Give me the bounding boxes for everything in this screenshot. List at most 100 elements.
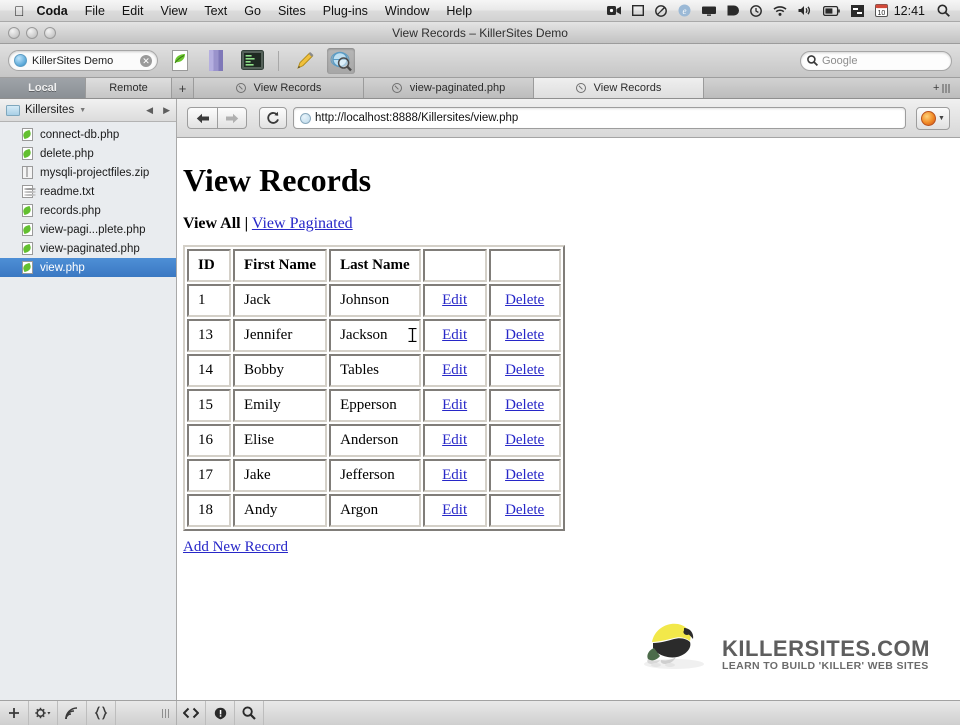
- close-button[interactable]: [8, 26, 20, 39]
- window-title-bar[interactable]: View Records – KillerSites Demo: [0, 22, 960, 44]
- edit-link[interactable]: Edit: [442, 327, 467, 343]
- actions-button[interactable]: [29, 701, 58, 725]
- screen-recording-icon[interactable]: [606, 5, 621, 16]
- edit-link[interactable]: Edit: [442, 432, 467, 448]
- cell-first-name: Jack: [233, 284, 328, 317]
- timemachine-icon[interactable]: [654, 4, 667, 17]
- sidebar-tab-remote[interactable]: Remote: [86, 78, 172, 98]
- zoom-button[interactable]: [44, 26, 56, 39]
- chevron-left-icon[interactable]: ◀: [146, 105, 153, 116]
- list-item[interactable]: view-paginated.php: [0, 239, 176, 258]
- file-name: records.php: [40, 204, 101, 217]
- chevron-down-icon[interactable]: ▼: [938, 115, 945, 122]
- braces-icon: [94, 706, 108, 720]
- menu-item-go[interactable]: Go: [244, 4, 261, 18]
- menu-item-sites[interactable]: Sites: [278, 4, 306, 18]
- file-name: view-pagi...plete.php: [40, 223, 146, 236]
- menu-item-view[interactable]: View: [160, 4, 187, 18]
- delete-link[interactable]: Delete: [505, 502, 544, 518]
- close-icon[interactable]: [391, 83, 402, 93]
- edit-link[interactable]: Edit: [442, 502, 467, 518]
- list-item[interactable]: mysqli-projectfiles.zip: [0, 163, 176, 182]
- wifi-icon[interactable]: [773, 5, 787, 16]
- add-tab-right-button[interactable]: +: [933, 82, 939, 94]
- terminal-button[interactable]: [238, 48, 266, 74]
- delete-link[interactable]: Delete: [505, 432, 544, 448]
- menu-item-edit[interactable]: Edit: [122, 4, 144, 18]
- delete-link[interactable]: Delete: [505, 327, 544, 343]
- preview-button[interactable]: [327, 47, 355, 74]
- document-tab-0[interactable]: View Records: [194, 78, 364, 98]
- books-button[interactable]: [202, 48, 230, 74]
- back-button[interactable]: [187, 107, 217, 129]
- search-icon[interactable]: [937, 4, 950, 17]
- sync-icon[interactable]: [850, 4, 864, 17]
- new-tab-button[interactable]: +: [172, 78, 194, 98]
- view-paginated-link[interactable]: View Paginated: [252, 215, 353, 232]
- edit-link[interactable]: Edit: [442, 397, 467, 413]
- volume-icon[interactable]: [798, 5, 812, 16]
- edit-link[interactable]: Edit: [442, 292, 467, 308]
- browser-selector[interactable]: ▼: [916, 106, 950, 130]
- column-header-last-name: Last Name: [329, 249, 421, 282]
- menu-item-window[interactable]: Window: [385, 4, 429, 18]
- battery-icon[interactable]: [822, 5, 840, 16]
- edit-link[interactable]: Edit: [442, 362, 467, 378]
- validate-button[interactable]: [206, 701, 235, 725]
- new-file-button[interactable]: [166, 48, 194, 74]
- close-icon[interactable]: [235, 83, 246, 93]
- add-new-record-link[interactable]: Add New Record: [183, 539, 288, 555]
- minimize-button[interactable]: [26, 26, 38, 39]
- menu-item-file[interactable]: File: [85, 4, 105, 18]
- reload-button[interactable]: [259, 107, 287, 129]
- menu-item-coda[interactable]: Coda: [37, 4, 68, 18]
- delete-link[interactable]: Delete: [505, 467, 544, 483]
- delete-link[interactable]: Delete: [505, 397, 544, 413]
- apple-icon[interactable]: : [14, 4, 25, 18]
- chevron-down-icon[interactable]: ▼: [79, 107, 86, 114]
- edit-link[interactable]: Edit: [442, 467, 467, 483]
- add-file-button[interactable]: [0, 701, 29, 725]
- delete-link[interactable]: Delete: [505, 362, 544, 378]
- list-item[interactable]: records.php: [0, 201, 176, 220]
- close-icon[interactable]: [575, 83, 586, 93]
- sidebar-header[interactable]: Killersites ▼ ◀ ▶: [0, 99, 176, 122]
- find-button[interactable]: [235, 701, 264, 725]
- broadcast-icon: [65, 706, 78, 719]
- dropbox-icon[interactable]: [727, 5, 739, 16]
- list-item[interactable]: connect-db.php: [0, 125, 176, 144]
- internet-explorer-icon[interactable]: e: [678, 4, 691, 17]
- display-icon[interactable]: [631, 5, 644, 16]
- document-tab-1[interactable]: view-paginated.php: [364, 78, 534, 98]
- menu-item-plugins[interactable]: Plug-ins: [323, 4, 368, 18]
- grip-icon[interactable]: [161, 708, 169, 718]
- menu-item-text[interactable]: Text: [204, 4, 227, 18]
- delete-link[interactable]: Delete: [505, 292, 544, 308]
- sidebar-tab-local[interactable]: Local: [0, 78, 86, 98]
- source-view-button[interactable]: [177, 701, 206, 725]
- list-item-selected[interactable]: view.php: [0, 258, 176, 277]
- coda-window: View Records – KillerSites Demo KillerSi…: [0, 22, 960, 725]
- publish-button[interactable]: [58, 701, 87, 725]
- document-tab-2[interactable]: View Records: [534, 78, 704, 98]
- list-item[interactable]: delete.php: [0, 144, 176, 163]
- chevron-right-icon[interactable]: ▶: [163, 105, 170, 116]
- url-text: http://localhost:8888/Killersites/view.p…: [315, 112, 519, 124]
- page-nav-links: View All | View Paginated: [183, 215, 940, 233]
- menu-item-help[interactable]: Help: [446, 4, 472, 18]
- clock-history-icon[interactable]: [749, 4, 762, 17]
- site-selector[interactable]: KillerSites Demo ✕: [8, 50, 158, 71]
- tab-strip-controls[interactable]: +: [930, 78, 960, 98]
- clear-icon[interactable]: ✕: [140, 54, 152, 67]
- menubar-clock[interactable]: 12:41: [894, 4, 925, 18]
- list-item[interactable]: view-pagi...plete.php: [0, 220, 176, 239]
- code-braces-button[interactable]: [87, 701, 116, 725]
- tab-overview-icon[interactable]: [942, 83, 950, 93]
- search-input[interactable]: Google: [800, 50, 952, 71]
- display-mirror-icon[interactable]: [701, 6, 716, 16]
- edit-button[interactable]: [291, 48, 319, 74]
- list-item[interactable]: readme.txt: [0, 182, 176, 201]
- calendar-icon[interactable]: 10: [874, 4, 888, 17]
- forward-button[interactable]: [217, 107, 247, 129]
- url-input[interactable]: http://localhost:8888/Killersites/view.p…: [293, 107, 906, 129]
